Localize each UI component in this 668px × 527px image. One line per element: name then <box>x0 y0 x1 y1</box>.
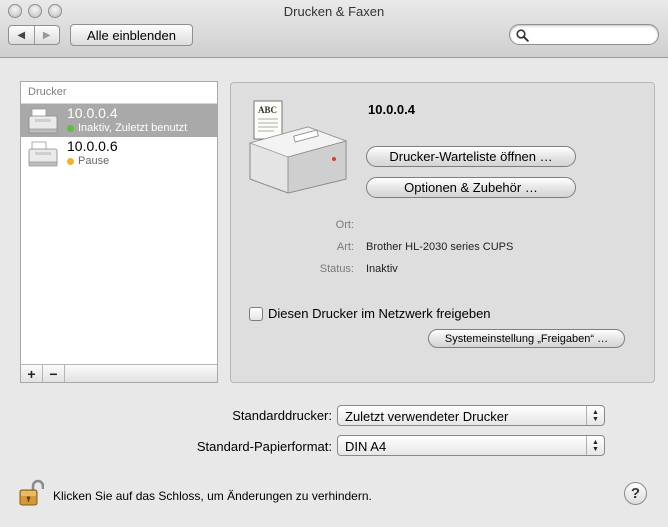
status-dot-icon <box>67 124 74 132</box>
printer-icon <box>28 141 58 167</box>
share-printer-checkbox[interactable] <box>249 306 263 321</box>
printer-icon-badge: ABC <box>258 105 277 115</box>
printer-detail-panel: ABC 10.0.0.4 Drucker-Warteliste öffnen …… <box>230 82 655 383</box>
printer-list: Drucker 10.0.0.4 Inaktiv, Zuletzt benutz… <box>20 81 218 383</box>
printer-list-footer: + − <box>21 364 217 382</box>
location-label: Ort: <box>335 219 354 231</box>
share-printer-row: Diesen Drucker im Netzwerk freigeben <box>249 306 491 321</box>
kind-value: Brother HL-2030 series CUPS <box>366 241 514 253</box>
select-arrows-icon: ▲ ▼ <box>586 406 604 425</box>
default-printer-value: Zuletzt verwendeter Drucker <box>345 409 509 424</box>
help-button[interactable]: ? <box>624 482 647 505</box>
paper-size-value: DIN A4 <box>345 439 387 454</box>
printer-list-item[interactable]: 10.0.0.6 Pause <box>21 137 217 170</box>
nav-buttons: ◀ ▶ <box>8 25 60 45</box>
default-printer-label: Standarddrucker: <box>232 408 332 423</box>
printer-list-item[interactable]: 10.0.0.4 Inaktiv, Zuletzt benutzt <box>21 104 217 137</box>
window-title: Drucken & Faxen <box>283 4 385 19</box>
share-printer-label[interactable]: Diesen Drucker im Netzwerk freigeben <box>268 306 491 321</box>
paper-size-select[interactable]: DIN A4 ▲ ▼ <box>337 435 605 456</box>
search-icon <box>516 29 529 42</box>
show-all-button[interactable]: Alle einblenden <box>70 24 193 46</box>
lock-message: Klicken Sie auf das Schloss, um Änderung… <box>53 489 372 503</box>
printer-name: 10.0.0.6 <box>67 138 118 154</box>
status-dot-icon <box>67 157 74 165</box>
add-printer-button[interactable]: + <box>21 365 43 382</box>
printer-status-text: Inaktiv, Zuletzt benutzt <box>78 122 188 134</box>
paper-size-label: Standard-Papierformat: <box>196 439 332 454</box>
toolbar: Drucken & Faxen ◀ ▶ Alle einblenden <box>0 0 668 58</box>
selected-printer-name: 10.0.0.4 <box>368 102 415 117</box>
printer-status: Pause <box>67 155 109 167</box>
printer-name: 10.0.0.4 <box>67 105 118 121</box>
back-button[interactable]: ◀ <box>9 26 34 44</box>
open-print-queue-button[interactable]: Drucker-Warteliste öffnen … <box>366 146 576 167</box>
printer-icon <box>28 108 58 134</box>
back-arrow-icon: ◀ <box>17 29 26 41</box>
default-printer-select[interactable]: Zuletzt verwendeter Drucker ▲ ▼ <box>337 405 605 426</box>
remove-printer-button[interactable]: − <box>43 365 65 382</box>
status-value: Inaktiv <box>366 263 398 275</box>
search-field[interactable] <box>509 24 659 45</box>
sharing-preferences-button[interactable]: Systemeinstellung „Freigaben“ … <box>428 329 625 348</box>
search-input[interactable] <box>532 27 654 42</box>
lock-icon[interactable] <box>18 479 44 507</box>
forward-arrow-icon: ▶ <box>42 29 51 41</box>
printer-list-header: Drucker <box>21 82 217 104</box>
printer-large-icon: ABC <box>248 100 348 194</box>
select-arrows-icon: ▲ ▼ <box>586 436 604 455</box>
forward-button[interactable]: ▶ <box>33 26 60 44</box>
print-fax-window: Drucken & Faxen ◀ ▶ Alle einblenden Druc… <box>0 0 668 527</box>
printer-status: Inaktiv, Zuletzt benutzt <box>67 122 187 134</box>
options-supplies-button[interactable]: Optionen & Zubehör … <box>366 177 576 198</box>
printer-status-text: Pause <box>78 155 110 167</box>
kind-label: Art: <box>336 241 354 253</box>
status-label: Status: <box>319 263 354 275</box>
